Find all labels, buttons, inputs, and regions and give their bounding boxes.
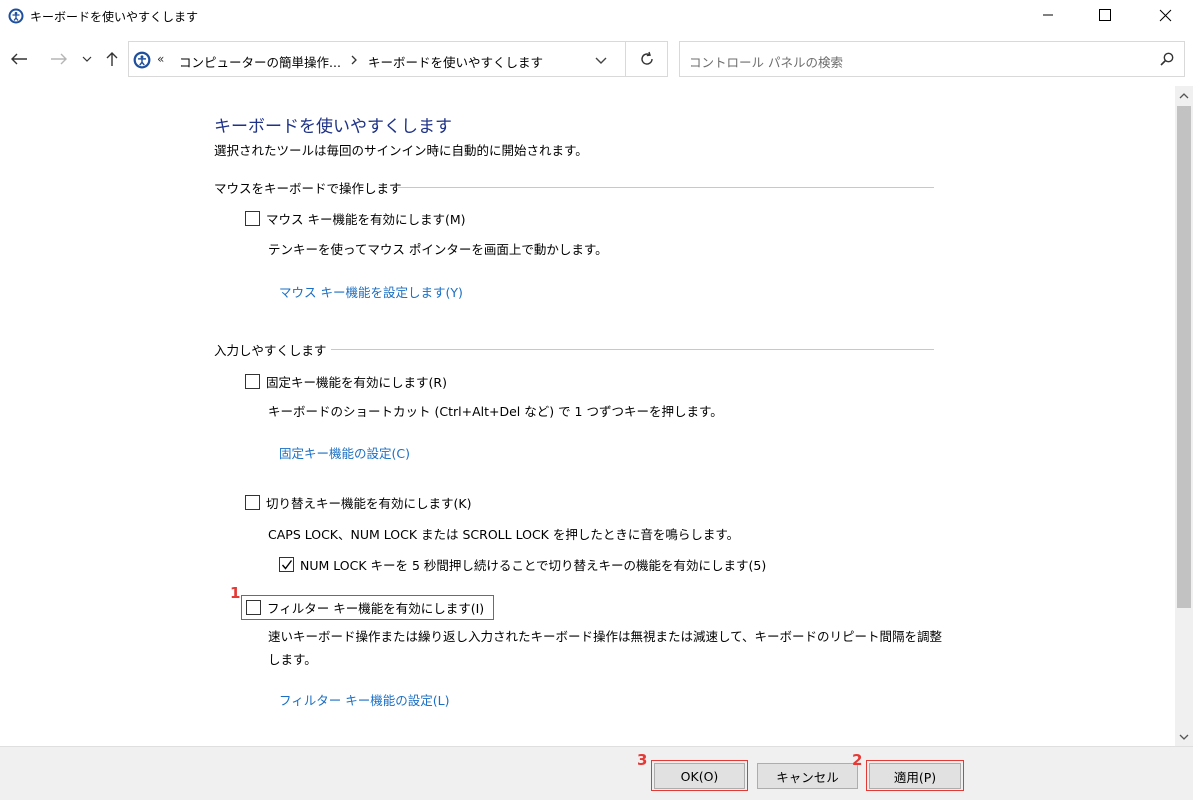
address-dropdown-icon[interactable] (595, 54, 607, 68)
address-bar[interactable]: « コンピューターの簡単操作... キーボードを使いやすくします (128, 41, 626, 77)
filter-keys-checkbox[interactable]: フィルター キー機能を有効にします(I) (246, 598, 484, 617)
control-panel-icon (8, 8, 24, 24)
search-icon[interactable] (1160, 52, 1174, 69)
sticky-keys-description: キーボードのショートカット (Ctrl+Alt+Del など) で 1 つずつキ… (268, 404, 723, 419)
forward-arrow-icon (51, 53, 67, 65)
up-button[interactable] (102, 48, 122, 70)
vertical-scrollbar[interactable] (1175, 86, 1193, 746)
mouse-keys-checkbox[interactable]: マウス キー機能を有効にします(M) (245, 209, 466, 228)
checkbox-label[interactable]: フィルター キー機能を有効にします(I) (267, 598, 484, 617)
back-button[interactable] (8, 48, 30, 70)
checkbox-box[interactable] (246, 600, 261, 615)
page-title: キーボードを使いやすくします (214, 117, 452, 137)
sticky-keys-checkbox[interactable]: 固定キー機能を有効にします(R) (245, 372, 447, 391)
recent-locations-button[interactable] (80, 48, 94, 70)
chevron-down-icon (82, 56, 92, 62)
section-heading-input: 入力しやすくします (214, 343, 327, 358)
annotation-marker-2: 2 (852, 751, 863, 769)
filter-keys-settings-link[interactable]: フィルター キー機能の設定(L) (279, 690, 449, 709)
refresh-button[interactable] (626, 41, 668, 77)
filter-keys-description: 速いキーボード操作または繰り返し入力されたキーボード操作は無視または減速して、キ… (268, 629, 943, 644)
mouse-keys-settings-link[interactable]: マウス キー機能を設定します(Y) (279, 282, 463, 301)
section-divider (398, 187, 934, 188)
ok-button[interactable]: OK(O) (654, 763, 745, 789)
num-lock-toggle-checkbox[interactable]: NUM LOCK キーを 5 秒間押し続けることで切り替えキーの機能を有効にしま… (279, 555, 766, 574)
page-subtitle: 選択されたツールは毎回のサインイン時に自動的に開始されます。 (214, 143, 588, 158)
breadcrumb-overflow[interactable]: « (157, 52, 164, 66)
apply-button[interactable]: 適用(P) (869, 763, 961, 789)
main-content: キーボードを使いやすくします 選択されたツールは毎回のサインイン時に自動的に開始… (0, 86, 1175, 746)
breadcrumb-separator-icon[interactable] (350, 54, 358, 68)
dialog-footer: 3 OK(O) キャンセル 2 適用(P) (0, 746, 1193, 800)
control-panel-icon (133, 51, 151, 69)
toggle-keys-description: CAPS LOCK、NUM LOCK または SCROLL LOCK を押したと… (268, 527, 740, 542)
checkbox-box[interactable] (245, 211, 260, 226)
checkbox-box[interactable] (245, 374, 260, 389)
checkbox-label[interactable]: 切り替えキー機能を有効にします(K) (266, 493, 471, 512)
checkmark-icon (281, 560, 293, 570)
search-input[interactable]: コントロール パネルの検索 (679, 41, 1185, 77)
checkbox-label[interactable]: マウス キー機能を有効にします(M) (266, 209, 466, 228)
scroll-down-button[interactable] (1175, 728, 1193, 746)
back-arrow-icon (11, 53, 27, 65)
mouse-keys-description: テンキーを使ってマウス ポインターを画面上で動かします。 (268, 242, 608, 257)
scroll-up-button[interactable] (1175, 86, 1193, 104)
maximize-button[interactable] (1082, 0, 1128, 30)
breadcrumb-keyboard[interactable]: キーボードを使いやすくします (368, 52, 543, 71)
annotation-marker-3: 3 (637, 751, 648, 769)
filter-keys-description-cont: します。 (268, 652, 317, 667)
scroll-thumb[interactable] (1177, 106, 1191, 608)
close-button[interactable] (1142, 0, 1188, 30)
section-heading-mouse: マウスをキーボードで操作します (214, 181, 402, 196)
checkbox-label[interactable]: 固定キー機能を有効にします(R) (266, 372, 447, 391)
checkbox-box[interactable] (245, 495, 260, 510)
sticky-keys-settings-link[interactable]: 固定キー機能の設定(C) (279, 443, 410, 462)
up-arrow-icon (106, 52, 118, 66)
section-divider (331, 349, 934, 350)
checkbox-box[interactable] (279, 557, 294, 572)
close-icon (1159, 9, 1171, 21)
forward-button[interactable] (48, 48, 70, 70)
search-placeholder: コントロール パネルの検索 (689, 55, 843, 70)
annotation-marker-1: 1 (230, 584, 241, 602)
title-bar: キーボードを使いやすくします (0, 0, 1193, 32)
maximize-icon (1099, 9, 1111, 21)
chevron-up-icon (1179, 92, 1189, 98)
window-title: キーボードを使いやすくします (30, 10, 199, 24)
chevron-down-icon (1179, 734, 1189, 740)
refresh-icon (640, 51, 653, 65)
checkbox-label[interactable]: NUM LOCK キーを 5 秒間押し続けることで切り替えキーの機能を有効にしま… (300, 555, 766, 574)
toggle-keys-checkbox[interactable]: 切り替えキー機能を有効にします(K) (245, 493, 471, 512)
breadcrumb-ease-of-access[interactable]: コンピューターの簡単操作... (179, 52, 341, 71)
cancel-button[interactable]: キャンセル (757, 763, 858, 789)
minimize-button[interactable] (1025, 0, 1071, 30)
minimize-icon (1043, 14, 1053, 16)
